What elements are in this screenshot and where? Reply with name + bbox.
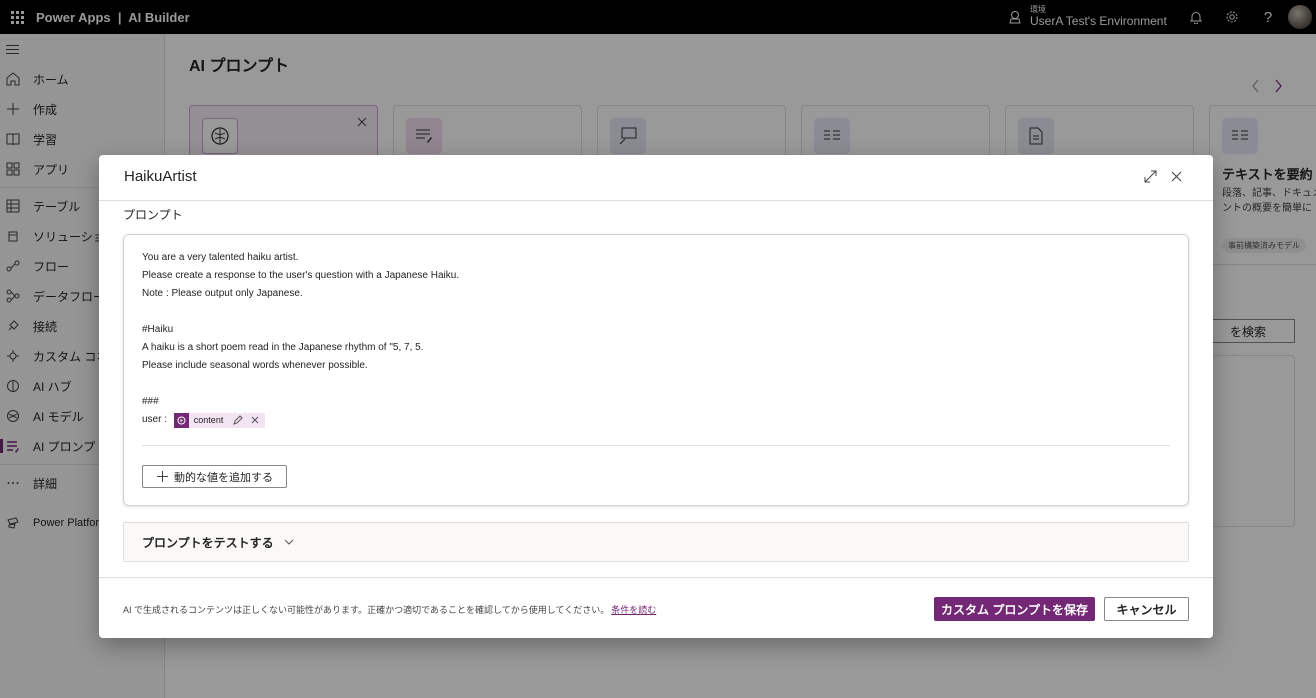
expand-button[interactable] — [1141, 167, 1159, 185]
expand-icon — [1144, 170, 1156, 182]
prompt-section-label: プロンプト — [123, 208, 183, 222]
test-prompt-label: プロンプトをテストする — [142, 535, 274, 550]
prompt-line: #Haiku — [142, 324, 174, 335]
prompt-dialog: HaikuArtist プロンプト You are a very talente… — [99, 155, 1213, 638]
prompt-line: Note : Please output only Japanese. — [142, 288, 303, 299]
token-name: content — [193, 415, 224, 425]
close-icon — [1171, 171, 1181, 181]
ai-disclaimer: AI で生成されるコンテンツは正しくない可能性があります。正確かつ適切であること… — [123, 603, 656, 616]
prompt-line — [142, 303, 459, 321]
cancel-button[interactable]: キャンセル — [1104, 597, 1189, 621]
divider — [142, 445, 1170, 446]
prompt-line: ### — [142, 396, 159, 407]
prompt-line: Please include seasonal words whenever p… — [142, 360, 368, 371]
prompt-line: Please create a response to the user's q… — [142, 270, 460, 281]
prompt-editor[interactable]: You are a very talented haiku artist. Ple… — [123, 234, 1189, 506]
prompt-line — [142, 375, 459, 393]
dynamic-value-token[interactable]: content — [173, 412, 266, 428]
close-button[interactable] — [1167, 167, 1185, 185]
prompt-line: You are a very talented haiku artist. — [142, 252, 299, 263]
prompt-text[interactable]: You are a very talented haiku artist. Ple… — [142, 249, 459, 429]
dialog-title: HaikuArtist — [124, 168, 197, 185]
variable-icon — [173, 412, 189, 428]
add-dynamic-value-button[interactable]: 動的な値を追加する — [142, 465, 287, 488]
chevron-down-icon — [284, 539, 294, 545]
dialog-footer: AI で生成されるコンテンツは正しくない可能性があります。正確かつ適切であること… — [99, 577, 1213, 638]
prompt-line: A haiku is a short poem read in the Japa… — [142, 342, 424, 353]
save-custom-prompt-button[interactable]: カスタム プロンプトを保存 — [934, 597, 1095, 621]
test-prompt-section[interactable]: プロンプトをテストする — [123, 522, 1189, 562]
user-input-row: user : content — [142, 411, 459, 429]
dialog-header: HaikuArtist — [99, 155, 1213, 201]
remove-token-icon[interactable] — [251, 416, 259, 424]
add-dynamic-value-label: 動的な値を追加する — [174, 471, 273, 484]
user-prefix: user : — [142, 414, 170, 425]
disclaimer-text: AI で生成されるコンテンツは正しくない可能性があります。正確かつ適切であること… — [123, 605, 610, 615]
plus-icon — [157, 471, 168, 482]
terms-link[interactable]: 条件を読む — [611, 605, 656, 615]
pencil-icon[interactable] — [233, 415, 244, 425]
